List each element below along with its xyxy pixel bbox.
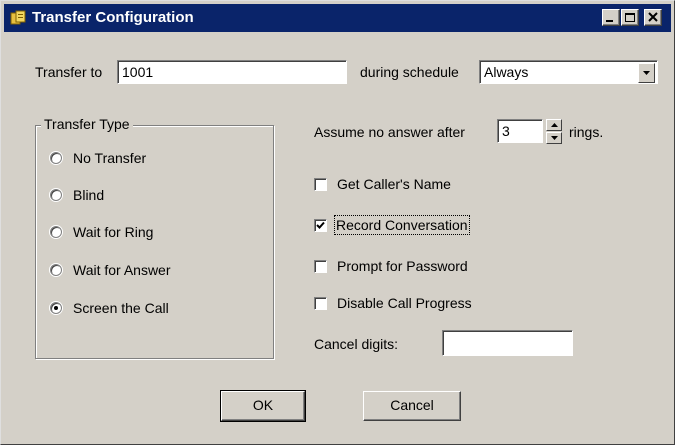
- arrow-down-icon: [551, 136, 558, 140]
- minimize-icon: [606, 20, 613, 22]
- transfer-type-title: Transfer Type: [41, 115, 133, 133]
- radio-button[interactable]: [50, 152, 62, 164]
- radio-label: Wait for Answer: [73, 262, 171, 278]
- window-title: Transfer Configuration: [32, 9, 194, 26]
- checkbox-checked[interactable]: [314, 219, 327, 232]
- minimize-button[interactable]: [602, 9, 620, 26]
- close-icon: [648, 12, 658, 22]
- radio-label: Wait for Ring: [73, 224, 154, 240]
- radio-button[interactable]: [50, 264, 62, 276]
- schedule-label: during schedule: [360, 64, 459, 80]
- radio-label: Blind: [73, 187, 105, 203]
- radio-label: Screen the Call: [73, 300, 169, 316]
- rings-label: rings.: [569, 124, 604, 140]
- radio-button[interactable]: [50, 189, 62, 201]
- schedule-select[interactable]: Always: [479, 60, 658, 84]
- ok-button[interactable]: OK: [220, 390, 306, 422]
- radio-button[interactable]: [50, 226, 62, 238]
- chevron-down-icon: [643, 71, 650, 75]
- checkbox-label: Record Conversation: [334, 215, 470, 235]
- cancel-button[interactable]: Cancel: [363, 391, 461, 421]
- checkbox[interactable]: [314, 297, 327, 310]
- transfer-configuration-window: Transfer Configuration Transfer to 1001 …: [0, 0, 675, 445]
- checkbox-label: Disable Call Progress: [337, 295, 472, 311]
- maximize-button[interactable]: [621, 9, 639, 26]
- dropdown-button[interactable]: [638, 63, 655, 83]
- transfer-to-input[interactable]: 1001: [117, 60, 347, 84]
- checkmark-icon: [316, 221, 325, 229]
- cancel-digits-label: Cancel digits:: [314, 336, 399, 352]
- rings-input[interactable]: 3: [497, 119, 543, 143]
- radio-label: No Transfer: [73, 150, 147, 166]
- arrow-up-icon: [551, 123, 558, 127]
- close-button[interactable]: [644, 9, 662, 26]
- title-bar[interactable]: Transfer Configuration: [4, 4, 671, 32]
- transfer-to-label: Transfer to: [35, 64, 103, 80]
- checkbox-label: Prompt for Password: [337, 258, 468, 274]
- maximize-icon: [625, 13, 635, 22]
- schedule-value: Always: [484, 64, 529, 80]
- radio-button-selected[interactable]: [50, 302, 62, 314]
- spin-down-button[interactable]: [546, 132, 562, 144]
- checkbox[interactable]: [314, 260, 327, 273]
- transfer-type-group: [35, 125, 274, 359]
- spin-up-button[interactable]: [546, 119, 562, 131]
- app-icon: [10, 10, 26, 26]
- radio-dot: [54, 306, 58, 310]
- cancel-digits-input[interactable]: [442, 330, 573, 356]
- checkbox-label: Get Caller's Name: [337, 176, 451, 192]
- checkbox[interactable]: [314, 178, 327, 191]
- no-answer-label: Assume no answer after: [314, 124, 465, 140]
